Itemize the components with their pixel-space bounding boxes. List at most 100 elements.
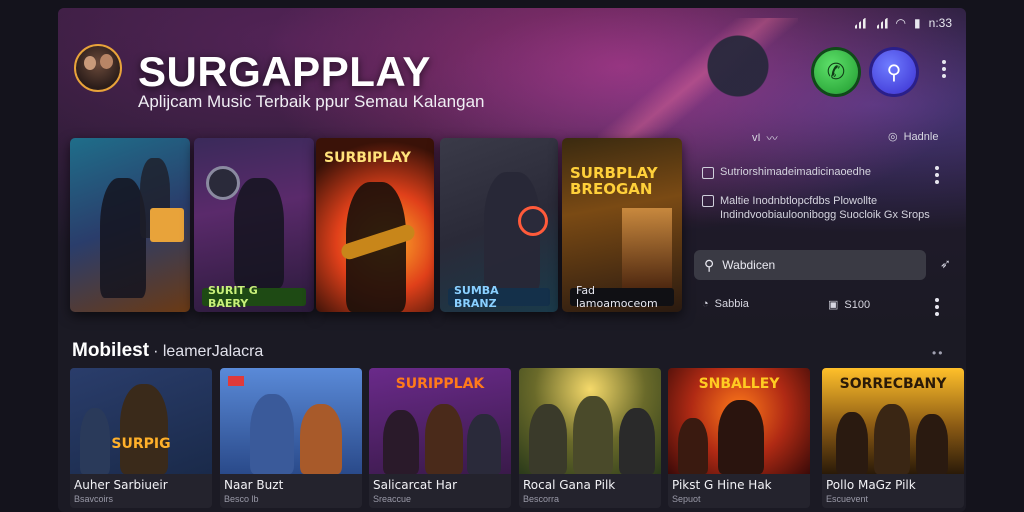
featured-card-4[interactable]: SUMBA BRANZ xyxy=(440,138,558,312)
document-icon xyxy=(702,167,714,179)
footer-right-label: S100 xyxy=(844,298,871,311)
search-icon: ⚲ xyxy=(704,256,715,273)
album-title: Salicarcat Har xyxy=(373,478,458,492)
album-title: Pollo MaGz Pilk xyxy=(826,478,916,492)
album-thumbnail: SNBALLEY xyxy=(668,368,810,474)
album-thumbnail: SURIPPLAK xyxy=(369,368,511,474)
album-card-4[interactable]: Rocal Gana Pilk Bescorra xyxy=(519,368,661,508)
poster-badge xyxy=(150,208,184,242)
hero-artwork xyxy=(598,18,798,138)
featured-card-2[interactable]: SURIT G BAERY xyxy=(194,138,314,312)
album-art-text: SURIPPLAK xyxy=(395,376,485,392)
album-figure xyxy=(425,404,463,474)
poster-label: SURBIPLAY xyxy=(324,150,411,166)
document-icon xyxy=(702,195,714,207)
poster-caption: Fad lamoamoceom xyxy=(570,284,674,310)
search-placeholder: Wabdicen xyxy=(722,258,776,272)
side-link-label: vI xyxy=(752,132,761,144)
album-figure xyxy=(916,414,948,474)
album-figure xyxy=(678,418,708,474)
album-figure xyxy=(718,400,764,474)
album-card-6[interactable]: SORRECBANY Pollo MaGz Pilk Escuevent xyxy=(822,368,964,508)
call-button[interactable]: ✆ xyxy=(814,50,858,94)
album-card-3[interactable]: SURIPPLAK Salicarcat Har Sreaccue xyxy=(369,368,511,508)
album-title: Pikst G Hine Hak xyxy=(672,478,772,492)
album-figure xyxy=(120,384,168,474)
dot xyxy=(935,166,939,170)
album-art-text: SORRECBANY xyxy=(839,376,947,392)
footer-menu-button[interactable] xyxy=(934,298,940,316)
profile-icon: ◎ xyxy=(888,131,898,143)
album-figure xyxy=(836,412,868,474)
search-input[interactable]: ⚲ Wabdicen xyxy=(694,250,926,280)
battery-icon: ▮ xyxy=(914,16,921,30)
section-title-text: Mobilest xyxy=(72,340,150,361)
poster-label: SURBPLAY BREOGAN xyxy=(570,164,658,198)
side-link-handle[interactable]: ◎ Hadnle xyxy=(888,130,939,144)
poster-caption: SURIT G BAERY xyxy=(202,284,306,310)
album-card-1[interactable]: SURPIG Auher Sarbiueir Bsavcoirs xyxy=(70,368,212,508)
album-figure xyxy=(874,404,910,474)
side-row-text: Sutriorshimadeimadicinaoedhe xyxy=(720,166,872,178)
album-meta: Sreaccue xyxy=(373,494,412,504)
menu-button[interactable] xyxy=(941,60,947,78)
album-title: Rocal Gana Pilk xyxy=(523,478,616,492)
album-meta: Sepuot xyxy=(672,494,701,504)
footer-left[interactable]: ◔ Sabbia xyxy=(702,298,749,310)
album-meta: Besco lb xyxy=(224,494,259,504)
dot xyxy=(935,173,939,177)
album-card-2[interactable]: Naar Buzt Besco lb xyxy=(220,368,362,508)
album-badge xyxy=(228,376,244,386)
dot xyxy=(935,312,939,316)
poster-caption: SUMBA BRANZ xyxy=(448,284,550,310)
album-card-5[interactable]: SNBALLEY Pikst G Hine Hak Sepuot xyxy=(668,368,810,508)
album-figure xyxy=(383,410,419,474)
featured-card-5[interactable]: SURBPLAY BREOGAN Fad lamoamoceom xyxy=(562,138,682,312)
album-meta: Escuevent xyxy=(826,494,869,504)
featured-card-3[interactable]: SURBIPLAY xyxy=(316,138,434,312)
app-title: SURGAPPLAY xyxy=(138,48,431,95)
album-thumbnail: SURPIG xyxy=(70,368,212,474)
album-thumbnail: SORRECBANY xyxy=(822,368,964,474)
album-figure xyxy=(467,414,501,474)
signal-icon xyxy=(851,17,866,29)
side-panel: vI 〰 ◎ Hadnle Sutriorshimadeimadicinaoed… xyxy=(694,126,966,326)
section-subtitle: · leamerJalacra xyxy=(153,343,264,360)
album-meta: Bescorra xyxy=(523,494,560,504)
album-figure xyxy=(619,408,655,474)
search-icon: ⚲ xyxy=(886,61,902,84)
signal-icon xyxy=(873,17,888,29)
footer-right[interactable]: ▣ S100 xyxy=(828,298,871,312)
comment-icon: ▣ xyxy=(828,299,839,311)
footer-left-label: Sabbia xyxy=(714,298,749,310)
side-link-label: Hadnle xyxy=(903,130,939,143)
status-time: n:33 xyxy=(928,16,952,30)
album-figure xyxy=(300,404,342,474)
album-figure xyxy=(250,394,294,474)
send-icon[interactable]: ➶ xyxy=(940,256,951,272)
wifi-icon: ◠ xyxy=(895,16,907,30)
side-row-1[interactable]: Sutriorshimadeimadicinaoedhe xyxy=(702,166,932,179)
bird-icon: 〰 xyxy=(766,133,778,145)
featured-card-1[interactable] xyxy=(70,138,190,312)
dot xyxy=(935,298,939,302)
album-title: Auher Sarbiueir xyxy=(74,478,168,492)
album-meta: Bsavcoirs xyxy=(74,494,114,504)
avatar[interactable] xyxy=(74,44,122,92)
street-lights xyxy=(622,208,672,288)
drum-disc xyxy=(206,166,240,200)
section-more-button[interactable]: •• xyxy=(932,346,944,360)
album-figure xyxy=(529,404,567,474)
side-row-2[interactable]: Maltie Inodnbtlopcfdbs Plowollte Indindv… xyxy=(702,194,952,223)
dot xyxy=(942,67,946,71)
side-row-text: Maltie Inodnbtlopcfdbs Plowollte Indindv… xyxy=(720,195,930,222)
row-menu-button[interactable] xyxy=(934,166,940,184)
clock-icon: ◔ xyxy=(702,298,709,310)
album-thumbnail xyxy=(220,368,362,474)
search-button[interactable]: ⚲ xyxy=(872,50,916,94)
album-art-text: SNBALLEY xyxy=(698,376,780,392)
side-link-vi[interactable]: vI 〰 xyxy=(752,130,778,146)
album-thumbnail xyxy=(519,368,661,474)
dot xyxy=(935,180,939,184)
section-title: Mobilest · leamerJalacra xyxy=(72,340,263,362)
